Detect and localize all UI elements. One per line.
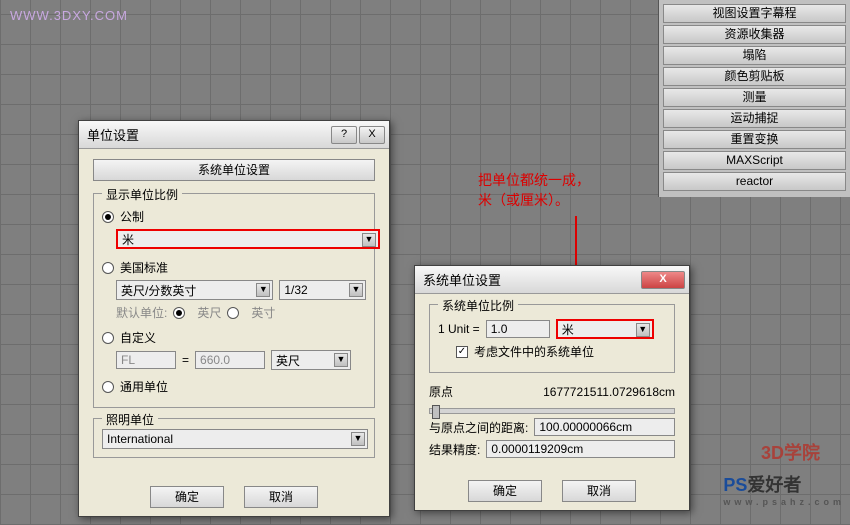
- custom-input-2[interactable]: 660.0: [195, 351, 265, 369]
- chevron-down-icon: ▼: [256, 283, 270, 297]
- side-btn-8[interactable]: reactor: [663, 172, 846, 191]
- display-scale-group: 显示单位比例 公制 米 ▼ 美国标准 英尺/分数英寸 ▼ 1/32: [93, 193, 375, 408]
- side-btn-3[interactable]: 颜色剪贴板: [663, 67, 846, 86]
- chevron-down-icon: ▼: [351, 432, 365, 446]
- us-select-2[interactable]: 1/32 ▼: [279, 280, 366, 300]
- origin-value: 1677721511.0729618cm: [495, 385, 675, 399]
- consider-checkbox[interactable]: [456, 346, 468, 358]
- side-btn-2[interactable]: 塌陷: [663, 46, 846, 65]
- titlebar-2[interactable]: 系统单位设置 X: [415, 266, 689, 294]
- units-setup-dialog: 单位设置 ? X 系统单位设置 显示单位比例 公制 米 ▼ 美国标准 英尺/分数…: [78, 120, 390, 517]
- us-select-1[interactable]: 英尺/分数英寸 ▼: [116, 280, 273, 300]
- side-btn-4[interactable]: 测量: [663, 88, 846, 107]
- radio-feet[interactable]: [173, 307, 185, 319]
- ok-button-2[interactable]: 确定: [468, 480, 542, 502]
- side-btn-7[interactable]: MAXScript: [663, 151, 846, 170]
- radio-us[interactable]: [102, 262, 114, 274]
- side-btn-0[interactable]: 视图设置字幕程: [663, 4, 846, 23]
- sys-scale-group: 系统单位比例 1 Unit = 1.0 米 ▼ 考虑文件中的系统单位: [429, 304, 675, 373]
- chevron-down-icon: ▼: [349, 283, 363, 297]
- origin-label: 原点: [429, 383, 489, 400]
- default-units-label: 默认单位:: [116, 304, 167, 321]
- lighting-select[interactable]: International ▼: [102, 429, 368, 449]
- logo-ps: PS爱好者 www.psahz.com: [723, 471, 845, 507]
- cancel-button-2[interactable]: 取消: [562, 480, 636, 502]
- precision-label: 结果精度:: [429, 441, 480, 458]
- custom-input-1[interactable]: FL: [116, 351, 176, 369]
- dialog2-title: 系统单位设置: [419, 270, 639, 289]
- consider-label: 考虑文件中的系统单位: [474, 343, 594, 360]
- side-btn-6[interactable]: 重置变换: [663, 130, 846, 149]
- radio-generic[interactable]: [102, 381, 114, 393]
- watermark-url: WWW.3DXY.COM: [10, 8, 128, 23]
- lighting-group: 照明单位 International ▼: [93, 418, 375, 458]
- group-legend: 显示单位比例: [102, 186, 182, 203]
- ok-button[interactable]: 确定: [150, 486, 224, 508]
- custom-select[interactable]: 英尺 ▼: [271, 350, 351, 370]
- generic-label: 通用单位: [120, 378, 168, 395]
- cancel-button[interactable]: 取消: [244, 486, 318, 508]
- metric-value: 米: [122, 231, 134, 248]
- unit-value-input[interactable]: 1.0: [486, 320, 550, 338]
- chevron-down-icon: ▼: [334, 353, 348, 367]
- sys-group-legend: 系统单位比例: [438, 297, 518, 314]
- side-btn-1[interactable]: 资源收集器: [663, 25, 846, 44]
- metric-select[interactable]: 米 ▼: [116, 229, 380, 249]
- distance-input[interactable]: 100.00000066cm: [534, 418, 675, 436]
- radio-metric[interactable]: [102, 211, 114, 223]
- side-btn-5[interactable]: 运动捕捉: [663, 109, 846, 128]
- chevron-down-icon: ▼: [636, 323, 650, 337]
- system-units-button[interactable]: 系统单位设置: [93, 159, 375, 181]
- titlebar[interactable]: 单位设置 ? X: [79, 121, 389, 149]
- us-label: 美国标准: [120, 259, 168, 276]
- help-button[interactable]: ?: [331, 126, 357, 144]
- side-panel: 视图设置字幕程 资源收集器 塌陷 颜色剪贴板 测量 运动捕捉 重置变换 MAXS…: [658, 0, 850, 197]
- radio-custom[interactable]: [102, 332, 114, 344]
- lighting-legend: 照明单位: [102, 411, 158, 428]
- close-button-2[interactable]: X: [641, 271, 685, 289]
- slider-thumb[interactable]: [432, 405, 440, 419]
- unit-select[interactable]: 米 ▼: [556, 319, 654, 339]
- unit-label: 1 Unit =: [438, 322, 480, 336]
- distance-label: 与原点之间的距离:: [429, 419, 528, 436]
- annotation-text: 把单位都统一成， 米（或厘米）。: [478, 170, 590, 210]
- close-button[interactable]: X: [359, 126, 385, 144]
- chevron-down-icon: ▼: [362, 233, 376, 247]
- dialog-title: 单位设置: [83, 125, 329, 144]
- logo-3d: 3D学院: [761, 439, 820, 465]
- custom-label: 自定义: [120, 329, 156, 346]
- precision-input[interactable]: 0.0000119209cm: [486, 440, 675, 458]
- metric-label: 公制: [120, 208, 144, 225]
- system-units-dialog: 系统单位设置 X 系统单位比例 1 Unit = 1.0 米 ▼ 考虑文件中的系…: [414, 265, 690, 511]
- origin-slider[interactable]: [429, 408, 675, 414]
- radio-inch[interactable]: [227, 307, 239, 319]
